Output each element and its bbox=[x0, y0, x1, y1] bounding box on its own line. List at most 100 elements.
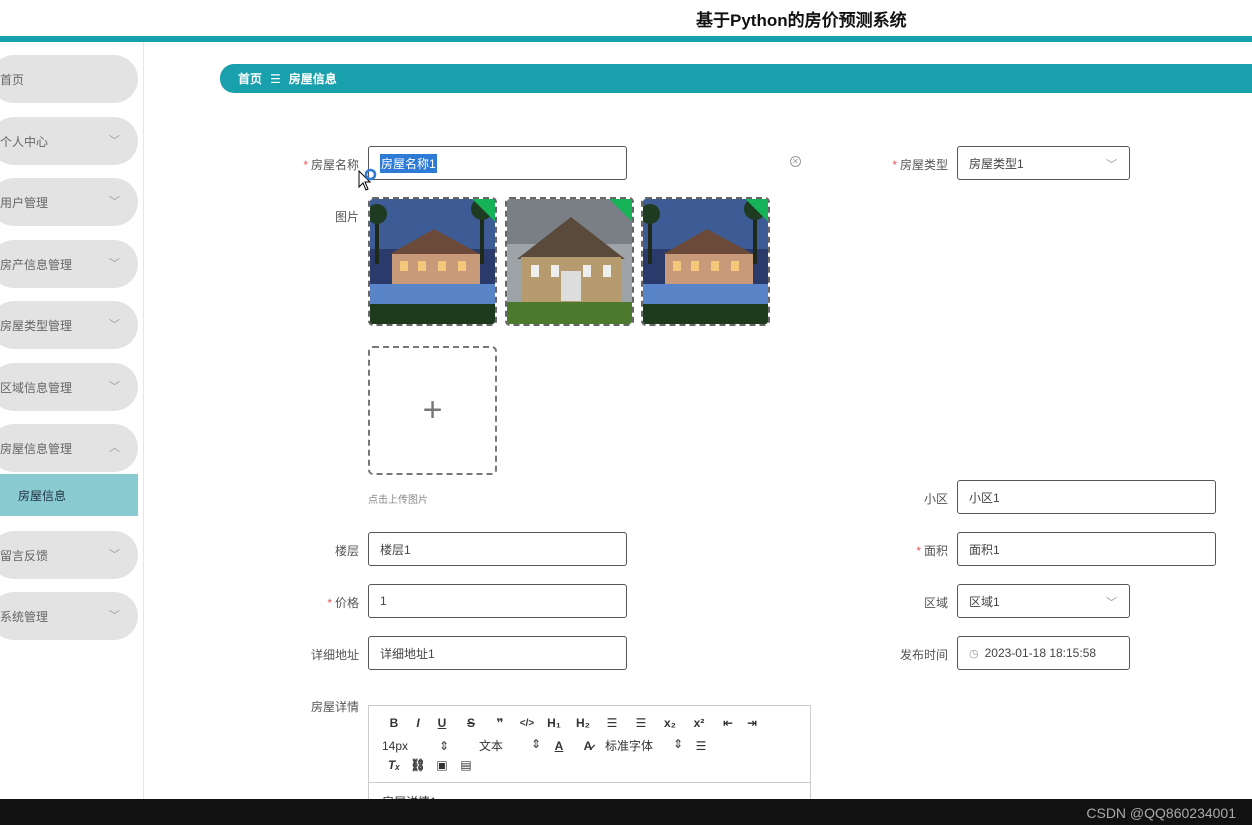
price-label: * 价格 bbox=[327, 596, 359, 610]
sidebar-item-user-management[interactable]: 用户管理 ﹀ bbox=[0, 178, 138, 226]
text-type-select[interactable]: 文本 ⇕ bbox=[457, 737, 547, 754]
app-root: 基于Python的房价预测系统 首页 个人中心 ﹀ 用户管理 ﹀ 房产信息管理 ﹀ 房… bbox=[0, 0, 1252, 825]
menu-icon: ☰ bbox=[270, 71, 281, 86]
house-image-1[interactable] bbox=[368, 197, 497, 326]
community-input[interactable]: 小区1 bbox=[957, 480, 1216, 514]
sidebar-item-label: 个人中心 bbox=[0, 134, 49, 149]
underline-button[interactable]: U bbox=[430, 716, 454, 730]
publish-time-label: 发布时间 bbox=[899, 648, 948, 662]
chevron-down-icon: ﹀ bbox=[1106, 159, 1117, 171]
community-value: 小区1 bbox=[969, 490, 1000, 505]
house-photo-day bbox=[507, 199, 632, 324]
sidebar-subitem-label: 房屋信息 bbox=[18, 488, 67, 503]
code-icon[interactable]: </> bbox=[512, 718, 542, 729]
sidebar-subitem-house-info[interactable]: 房屋信息 bbox=[0, 474, 138, 516]
publish-time-picker[interactable]: ◷ 2023-01-18 18:15:58 bbox=[957, 636, 1130, 670]
sidebar-item-property-management[interactable]: 房产信息管理 ﹀ bbox=[0, 240, 138, 288]
blockquote-icon[interactable]: ❞ bbox=[488, 716, 512, 730]
background-color-icon[interactable]: A̷ bbox=[571, 739, 605, 753]
link-icon[interactable]: ⛓ bbox=[406, 758, 430, 772]
sidebar: 首页 个人中心 ﹀ 用户管理 ﹀ 房产信息管理 ﹀ 房屋类型管理 ﹀ 区域信息管理 ﹀ 房… bbox=[0, 42, 144, 802]
house-image-3[interactable] bbox=[641, 197, 770, 326]
floor-input[interactable]: 楼层1 bbox=[368, 532, 627, 566]
chevron-down-icon: ﹀ bbox=[109, 135, 120, 147]
sidebar-item-label: 系统管理 bbox=[0, 609, 49, 624]
image-icon[interactable]: ▣ bbox=[430, 758, 454, 772]
address-label: 详细地址 bbox=[310, 648, 359, 662]
sidebar-item-label: 房屋信息管理 bbox=[0, 441, 73, 456]
price-input[interactable]: 1 bbox=[368, 584, 627, 618]
chevron-down-icon: ﹀ bbox=[1106, 597, 1117, 609]
sidebar-item-personal-center[interactable]: 个人中心 ﹀ bbox=[0, 117, 138, 165]
chevron-down-icon: ﹀ bbox=[109, 258, 120, 270]
floor-value: 楼层1 bbox=[380, 542, 411, 557]
clear-icon[interactable]: ✕ bbox=[790, 156, 801, 167]
plus-icon: + bbox=[422, 391, 443, 429]
app-title: 基于Python的房价预测系统 bbox=[696, 11, 907, 30]
rich-text-editor[interactable]: B I U S ❞ </> H₁ H₂ ☰ ☰ x₂ x² ⇤ ⇥ 14px ⇕ … bbox=[368, 705, 811, 809]
clear-format-icon[interactable]: Tₓ bbox=[382, 758, 406, 772]
house-photo-night bbox=[643, 199, 768, 324]
address-value: 详细地址1 bbox=[380, 646, 435, 661]
sidebar-item-home[interactable]: 首页 bbox=[0, 55, 138, 103]
sidebar-item-label: 房屋类型管理 bbox=[0, 318, 73, 333]
bottom-bar: CSDN @QQ860234001 bbox=[0, 799, 1252, 825]
editor-toolbar-row-3: Tₓ ⛓ ▣ ▤ bbox=[382, 758, 478, 772]
chevron-up-icon: ︿ bbox=[109, 442, 120, 454]
sidebar-item-label: 用户管理 bbox=[0, 195, 49, 210]
video-icon[interactable]: ▤ bbox=[454, 758, 478, 772]
community-label: 小区 bbox=[923, 492, 948, 506]
h1-button[interactable]: H₁ bbox=[542, 716, 566, 730]
sidebar-item-feedback[interactable]: 留言反馈 ﹀ bbox=[0, 531, 138, 579]
region-value: 区域1 bbox=[969, 594, 1000, 609]
align-icon[interactable]: ☰ bbox=[689, 739, 713, 753]
chevron-down-icon: ﹀ bbox=[109, 319, 120, 331]
region-select[interactable]: 区域1 ﹀ bbox=[957, 584, 1130, 618]
sidebar-item-label: 区域信息管理 bbox=[0, 380, 73, 395]
bullet-list-icon[interactable]: ☰ bbox=[624, 716, 658, 730]
type-label: * 房屋类型 bbox=[892, 158, 948, 172]
breadcrumb-home[interactable]: 首页 bbox=[238, 70, 262, 87]
sidebar-item-house-type-management[interactable]: 房屋类型管理 ﹀ bbox=[0, 301, 138, 349]
outdent-icon[interactable]: ⇤ bbox=[716, 716, 740, 730]
chevron-down-icon: ﹀ bbox=[109, 381, 120, 393]
clock-icon: ◷ bbox=[969, 647, 979, 660]
region-label: 区域 bbox=[923, 596, 948, 610]
sidebar-item-region-management[interactable]: 区域信息管理 ﹀ bbox=[0, 363, 138, 411]
sidebar-item-system-management[interactable]: 系统管理 ﹀ bbox=[0, 592, 138, 640]
sidebar-item-label: 房产信息管理 bbox=[0, 257, 73, 272]
detail-label: 房屋详情 bbox=[310, 700, 359, 714]
house-name-value: 房屋名称1 bbox=[380, 153, 437, 173]
strike-button[interactable]: S bbox=[454, 716, 488, 730]
editor-toolbar-row-1: B I U S ❞ </> H₁ H₂ ☰ ☰ x₂ x² ⇤ ⇥ bbox=[382, 716, 764, 730]
sidebar-item-label: 首页 bbox=[0, 72, 25, 87]
font-size-select[interactable]: 14px ⇕ bbox=[382, 739, 457, 753]
font-family-select[interactable]: 标准字体 ⇕ bbox=[605, 737, 689, 754]
chevron-down-icon: ﹀ bbox=[109, 549, 120, 561]
chevron-down-icon: ﹀ bbox=[109, 196, 120, 208]
image-label: 图片 bbox=[334, 210, 359, 224]
breadcrumb: 首页 ☰ 房屋信息 bbox=[220, 64, 1252, 93]
top-header: 基于Python的房价预测系统 bbox=[0, 0, 1252, 36]
ordered-list-icon[interactable]: ☰ bbox=[600, 716, 624, 730]
chevron-down-icon: ﹀ bbox=[109, 610, 120, 622]
font-color-icon[interactable]: A bbox=[547, 739, 571, 753]
upload-image-button[interactable]: + bbox=[368, 346, 497, 475]
subscript-button[interactable]: x₂ bbox=[658, 716, 682, 730]
address-input[interactable]: 详细地址1 bbox=[368, 636, 627, 670]
bold-button[interactable]: B bbox=[382, 716, 406, 730]
house-name-input[interactable]: 房屋名称1 bbox=[368, 146, 627, 180]
breadcrumb-current: 房屋信息 bbox=[288, 72, 337, 86]
h2-button[interactable]: H₂ bbox=[566, 716, 600, 730]
sidebar-item-label: 留言反馈 bbox=[0, 548, 49, 563]
sidebar-item-house-info-management[interactable]: 房屋信息管理 ︿ bbox=[0, 424, 138, 472]
publish-time-value: 2023-01-18 18:15:58 bbox=[984, 646, 1097, 660]
superscript-button[interactable]: x² bbox=[682, 716, 716, 730]
loading-icon bbox=[364, 168, 377, 181]
italic-button[interactable]: I bbox=[406, 716, 430, 730]
indent-icon[interactable]: ⇥ bbox=[740, 716, 764, 730]
house-image-2[interactable] bbox=[505, 197, 634, 326]
house-type-select[interactable]: 房屋类型1 ﹀ bbox=[957, 146, 1130, 180]
area-input[interactable]: 面积1 bbox=[957, 532, 1216, 566]
house-photo-night bbox=[370, 199, 495, 324]
